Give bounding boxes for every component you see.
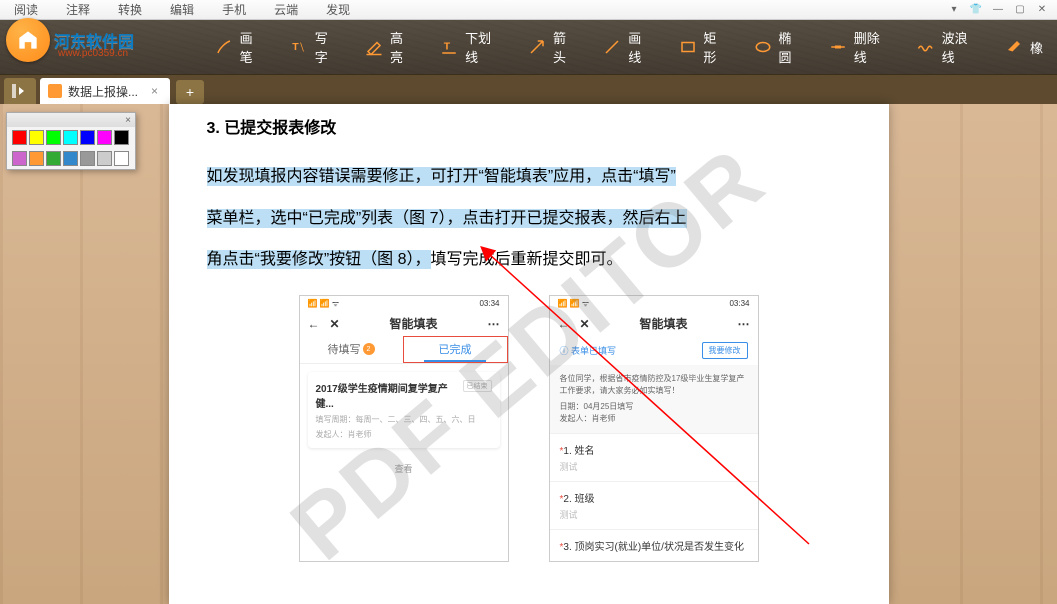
tool-brush[interactable]: 画笔	[204, 24, 275, 70]
tab-completed: 已完成	[403, 336, 508, 363]
minimize-icon[interactable]: —	[991, 3, 1005, 17]
tool-eraser[interactable]: 橡	[994, 24, 1053, 70]
tab-pending: 待填写2	[300, 336, 403, 363]
color-swatch[interactable]	[97, 130, 112, 145]
highlighted-text[interactable]: 如发现填报内容错误需要修正，可打开“智能填表”应用，点击“填写”	[207, 167, 676, 186]
tab-title: 数据上报操...	[68, 83, 138, 100]
phone-screenshot-1: 📶 📶 ᯤ03:34 ←✕智能填表⋯ 待填写2 已完成 已结束 2017级学生疫…	[299, 295, 509, 562]
doc-paragraph: 如发现填报内容错误需要修正，可打开“智能填表”应用，点击“填写” 菜单栏，选中“…	[207, 156, 859, 281]
tool-underline[interactable]: T下划线	[429, 24, 513, 70]
doc-text: 填写完成后重新提交即可。	[431, 251, 623, 268]
pin-icon[interactable]: ▾	[947, 3, 961, 17]
more-icon: ⋯	[488, 317, 500, 331]
workspace: × PDF EDITOR 3. 已提交报表修改 如发现填报内容错误需要修正，可打…	[0, 104, 1057, 604]
color-swatch[interactable]	[29, 151, 44, 166]
menu-discover[interactable]: 发现	[312, 1, 364, 18]
doc-heading: 3. 已提交报表修改	[207, 114, 859, 138]
tool-arrow[interactable]: 箭头	[517, 24, 588, 70]
palette-close-icon[interactable]: ×	[125, 115, 131, 126]
tabbar: 数据上报操... × +	[0, 74, 1057, 104]
tool-line[interactable]: 画线	[593, 24, 664, 70]
menu-cloud[interactable]: 云端	[260, 1, 312, 18]
underline-icon: T	[439, 37, 459, 57]
line-icon	[603, 37, 623, 57]
tool-strike[interactable]: 删除线	[818, 24, 902, 70]
brush-icon	[214, 37, 234, 57]
back-icon: ←	[558, 317, 570, 331]
close-icon: ✕	[330, 317, 340, 331]
svg-text:T: T	[444, 40, 451, 52]
text-icon: T	[289, 37, 309, 57]
menu-read[interactable]: 阅读	[0, 1, 52, 18]
tab-close-icon[interactable]: ×	[147, 84, 162, 98]
svg-text:T: T	[292, 41, 299, 53]
menubar: 阅读 注释 转换 编辑 手机 云端 发现 ▾ 👕 — ▢ ✕	[0, 0, 1057, 20]
highlighted-text[interactable]: 角点击“我要修改”按钮（图 8），	[207, 250, 431, 269]
tool-ellipse[interactable]: 椭圆	[743, 24, 814, 70]
menu-mobile[interactable]: 手机	[208, 1, 260, 18]
color-swatch[interactable]	[114, 151, 129, 166]
wave-icon	[916, 37, 936, 57]
maximize-icon[interactable]: ▢	[1013, 3, 1027, 17]
color-swatch[interactable]	[80, 151, 95, 166]
menu-edit[interactable]: 编辑	[156, 1, 208, 18]
menu-convert[interactable]: 转换	[104, 1, 156, 18]
form-card: 已结束 2017级学生疫情期间复学复产健... 填写周期：每周一、二、三、四、五…	[308, 372, 500, 448]
tab-add-button[interactable]: +	[176, 80, 204, 104]
phone-screenshot-2: 📶 📶 ᯤ03:34 ←✕智能填表⋯ ⓘ 表单已填写 我要修改 各位同学，根据省…	[549, 295, 759, 562]
color-swatch[interactable]	[46, 130, 61, 145]
tool-highlight[interactable]: 高亮	[354, 24, 425, 70]
sidebar-toggle[interactable]	[4, 78, 36, 104]
shirt-icon[interactable]: 👕	[969, 3, 983, 17]
document-tab[interactable]: 数据上报操... ×	[40, 78, 170, 104]
pdf-icon	[48, 84, 62, 98]
color-swatch[interactable]	[63, 151, 78, 166]
tool-wave[interactable]: 波浪线	[906, 24, 990, 70]
ellipse-icon	[753, 37, 773, 57]
eraser-icon	[1004, 37, 1024, 57]
color-swatch[interactable]	[12, 130, 27, 145]
site-url: www.pc0359.cn	[58, 48, 128, 59]
color-swatch[interactable]	[12, 151, 27, 166]
strike-icon	[828, 37, 848, 57]
highlight-icon	[364, 37, 384, 57]
notice: 各位同学，根据省市疫情防控及17级毕业生复学复产工作要求，请大家务必如实填写！ …	[550, 365, 758, 433]
close-icon[interactable]: ✕	[1035, 3, 1049, 17]
color-swatch[interactable]	[114, 130, 129, 145]
color-swatch[interactable]	[97, 151, 112, 166]
highlighted-text[interactable]: 菜单栏，选中“已完成”列表（图 7），点击打开已提交报表，然后右上	[207, 209, 687, 228]
info-icon: ⓘ 表单已填写	[560, 344, 617, 357]
color-swatch[interactable]	[29, 130, 44, 145]
color-palette[interactable]: ×	[6, 112, 136, 170]
modify-button: 我要修改	[702, 342, 748, 359]
color-swatch[interactable]	[63, 130, 78, 145]
color-swatch[interactable]	[80, 130, 95, 145]
more-icon: ⋯	[738, 317, 750, 331]
rect-icon	[678, 37, 698, 57]
view-more: 查看	[300, 456, 508, 481]
tool-rect[interactable]: 矩形	[668, 24, 739, 70]
back-icon: ←	[308, 317, 320, 331]
logo-icon	[6, 18, 50, 62]
document-page: PDF EDITOR 3. 已提交报表修改 如发现填报内容错误需要修正，可打开“…	[169, 104, 889, 604]
color-swatch[interactable]	[46, 151, 61, 166]
close-icon: ✕	[580, 317, 590, 331]
arrow-icon	[527, 37, 547, 57]
annotation-toolbar: 河东软件园 www.pc0359.cn 画笔 T写字 高亮 T下划线 箭头 画线…	[0, 20, 1057, 74]
tool-text[interactable]: T写字	[279, 24, 350, 70]
menu-annotate[interactable]: 注释	[52, 1, 104, 18]
